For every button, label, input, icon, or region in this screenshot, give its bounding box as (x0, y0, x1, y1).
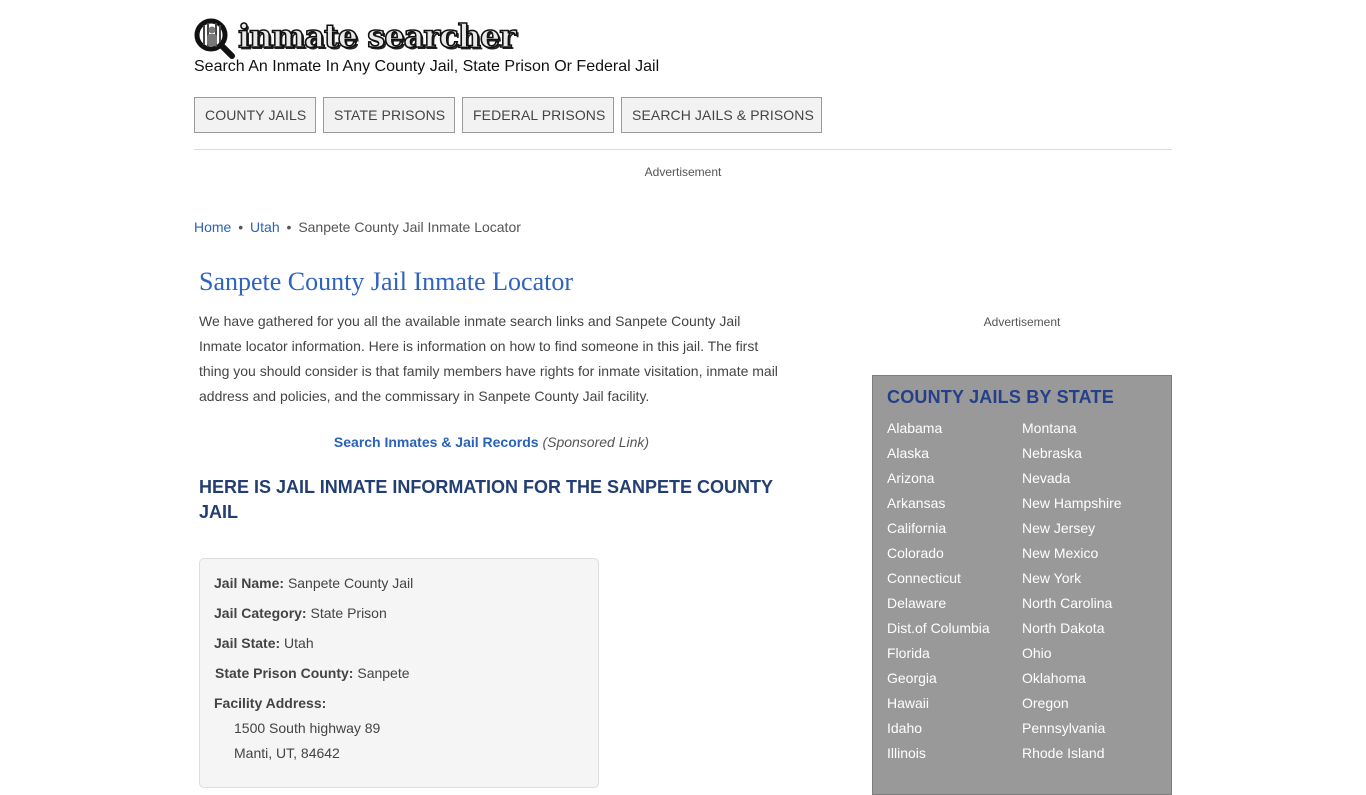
state-link[interactable]: New York (1022, 568, 1122, 593)
states-panel-title: COUNTY JAILS BY STATE (887, 387, 1114, 407)
address-line-1: 1500 South highway 89 (234, 720, 381, 736)
jail-name-row: Jail Name: Sanpete County Jail (214, 575, 413, 591)
state-link[interactable]: Rhode Island (1022, 743, 1122, 768)
nav-search-jails-prisons[interactable]: SEARCH JAILS & PRISONS (621, 97, 822, 133)
jail-category-value: State Prison (310, 605, 387, 621)
state-link[interactable]: Dist.of Columbia (887, 618, 990, 643)
county-jails-by-state-panel: COUNTY JAILS BY STATE Alabama Alaska Arizo… (872, 375, 1172, 795)
state-link[interactable]: Idaho (887, 718, 990, 743)
state-link[interactable]: Oklahoma (1022, 668, 1122, 693)
state-link[interactable]: Connecticut (887, 568, 990, 593)
header-divider (194, 149, 1172, 150)
jail-category-label: Jail Category: (214, 605, 307, 621)
facility-address-label: Facility Address: (214, 695, 327, 711)
state-link[interactable]: Georgia (887, 668, 990, 693)
prison-county-label: State Prison County: (215, 665, 354, 681)
state-link[interactable]: Nevada (1022, 468, 1122, 493)
state-link[interactable]: Delaware (887, 593, 990, 618)
nav-county-jails[interactable]: COUNTY JAILS (194, 97, 316, 133)
jail-name-value: Sanpete County Jail (287, 575, 414, 591)
jail-state-value: Utah (284, 635, 314, 651)
nav-federal-prisons[interactable]: FEDERAL PRISONS (462, 97, 614, 133)
state-link[interactable]: Alabama (887, 418, 990, 443)
logo-wordmark: inmate searcher (237, 17, 517, 55)
state-link[interactable]: Montana (1022, 418, 1122, 443)
breadcrumb: Home • Utah • Sanpete County Jail Inmate… (194, 219, 521, 235)
address-line-2: Manti, UT, 84642 (234, 745, 340, 761)
state-link[interactable]: California (887, 518, 990, 543)
state-link[interactable]: Hawaii (887, 693, 990, 718)
tagline: Search An Inmate In Any County Jail, Sta… (194, 58, 660, 75)
advertisement-label-top: Advertisement (644, 165, 722, 179)
site-logo[interactable]: inmate searcher (194, 17, 517, 60)
section-heading: HERE IS JAIL INMATE INFORMATION FOR THE … (199, 477, 773, 522)
state-link[interactable]: New Jersey (1022, 518, 1122, 543)
advertisement-label-side: Advertisement (983, 315, 1061, 329)
jail-category-row: Jail Category: State Prison (214, 605, 387, 621)
state-link[interactable]: Oregon (1022, 693, 1122, 718)
jail-state-row: Jail State: Utah (214, 635, 314, 651)
breadcrumb-current: Sanpete County Jail Inmate Locator (298, 219, 521, 235)
sponsored-link-row: Search Inmates & Jail Records (Sponsored… (199, 434, 784, 450)
states-column-right: Montana Nebraska Nevada New Hampshire New Je… (1022, 418, 1122, 768)
magnifier-inmate-icon (194, 18, 236, 60)
state-link[interactable]: North Carolina (1022, 593, 1122, 618)
state-link[interactable]: Ohio (1022, 643, 1122, 668)
state-link[interactable]: Nebraska (1022, 443, 1122, 468)
breadcrumb-separator: • (238, 219, 244, 235)
sponsored-note: (Sponsored Link) (542, 434, 650, 450)
main-nav: COUNTY JAILS STATE PRISONS FEDERAL PRISO… (194, 97, 822, 133)
jail-name-label: Jail Name: (214, 575, 285, 591)
state-link[interactable]: Florida (887, 643, 990, 668)
page-title: Sanpete County Jail Inmate Locator (199, 267, 574, 296)
state-link[interactable]: Colorado (887, 543, 990, 568)
state-link[interactable]: New Mexico (1022, 543, 1122, 568)
state-link[interactable]: Pennsylvania (1022, 718, 1122, 743)
states-column-left: Alabama Alaska Arizona Arkansas California Co… (887, 418, 990, 768)
state-link[interactable]: Arkansas (887, 493, 990, 518)
search-inmates-link[interactable]: Search Inmates & Jail Records (334, 434, 539, 450)
prison-county-value: Sanpete (357, 665, 410, 681)
state-link[interactable]: New Hampshire (1022, 493, 1122, 518)
jail-info-box: Jail Name: Sanpete County Jail Jail Cate… (199, 558, 599, 788)
breadcrumb-separator: • (286, 219, 292, 235)
nav-state-prisons[interactable]: STATE PRISONS (323, 97, 455, 133)
intro-paragraph: We have gathered for you all the availab… (199, 313, 778, 404)
state-link[interactable]: Arizona (887, 468, 990, 493)
state-link[interactable]: North Dakota (1022, 618, 1122, 643)
state-link[interactable]: Illinois (887, 743, 990, 768)
facility-address-row: Facility Address: (214, 695, 326, 711)
state-link[interactable]: Alaska (887, 443, 990, 468)
jail-state-label: Jail State: (214, 635, 281, 651)
breadcrumb-utah[interactable]: Utah (250, 219, 280, 235)
breadcrumb-home[interactable]: Home (194, 219, 231, 235)
prison-county-row: State Prison County: Sanpete (215, 665, 410, 681)
